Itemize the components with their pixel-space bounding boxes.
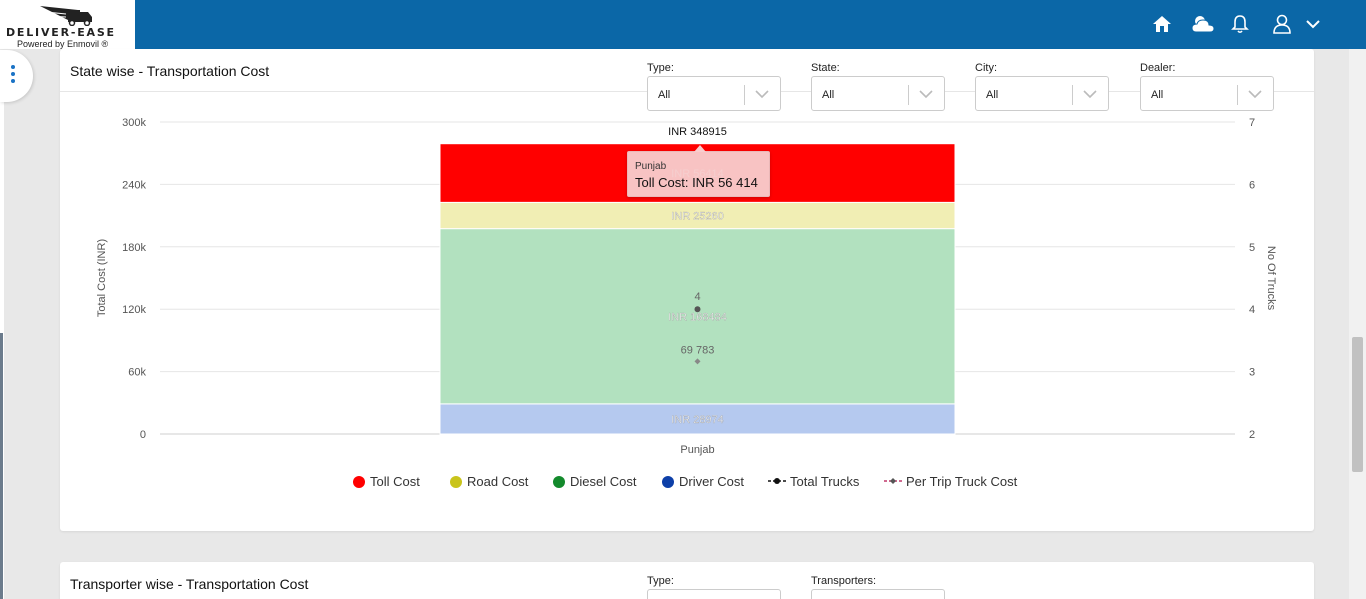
bar-data-label: INR 28974 [671,414,724,426]
transporter-type-select[interactable] [647,589,781,599]
y2-tick-label: 6 [1249,179,1255,191]
legend-label: Diesel Cost [570,474,637,489]
chart-tooltip: Punjab Toll Cost: INR 56 414 [627,145,770,197]
y2-tick-label: 7 [1249,117,1255,129]
y2-axis-title: No Of Trucks [1265,246,1277,311]
legend-per-trip-truck-cost[interactable]: Per Trip Truck Cost [884,474,1017,489]
y2-tick-label: 3 [1249,367,1255,379]
total-trucks-point [694,306,701,313]
y2-tick-label: 5 [1249,242,1255,254]
y-tick-label: 300k [122,117,146,129]
stack-total-label: INR 348915 [668,126,727,138]
legend-label: Driver Cost [679,474,745,489]
legend-road-cost[interactable]: Road Cost [450,474,528,489]
legend-toll-cost[interactable]: Toll Cost [353,474,420,489]
transporter-card-title: Transporter wise - Transportation Cost [70,576,309,592]
y2-tick-label: 4 [1249,304,1255,316]
chart-legend: Toll Cost Road Cost Diesel Cost Driver C… [0,474,1366,490]
legend-driver-cost[interactable]: Driver Cost [662,474,744,489]
legend-label: Road Cost [467,474,529,489]
y-axis-title: Total Cost (INR) [96,239,108,317]
x-tick-label: Punjab [680,444,714,456]
filter-label: Type: [647,575,674,587]
legend-dot [662,476,674,488]
y-tick-label: 60k [128,367,146,379]
tooltip-body: Toll Cost: INR 56 414 [635,175,758,190]
per-trip-cost-label: 69 783 [681,344,715,356]
legend-total-trucks[interactable]: Total Trucks [768,474,859,489]
legend-label: Toll Cost [370,474,420,489]
legend-dot [353,476,365,488]
legend-label: Total Trucks [790,474,860,489]
y-tick-label: 240k [122,179,146,191]
legend-line-marker [884,478,902,484]
transportation-cost-chart: 0 60k 120k 180k 240k 300k 2 3 4 5 6 7 Total Cost (IN… [96,117,1277,456]
transporters-filter: Transporters: [811,575,945,599]
transporter-wise-card: Transporter wise - Transportation Cost T… [60,562,1314,599]
y2-tick-label: 2 [1249,429,1255,441]
y-tick-label: 180k [122,242,146,254]
tooltip-title: Punjab [635,161,667,172]
transporter-type-filter: Type: [647,575,781,599]
y-tick-label: 120k [122,304,146,316]
legend-label: Per Trip Truck Cost [906,474,1018,489]
filter-label: Transporters: [811,575,877,587]
scrollbar-thumb[interactable] [1352,337,1363,472]
transporters-select[interactable] [811,589,945,599]
y-tick-label: 0 [140,429,146,441]
legend-line-marker [768,478,786,484]
bar-data-label: INR 25260 [671,211,724,223]
legend-dot [450,476,462,488]
total-trucks-label: 4 [694,291,700,303]
tooltip-arrow [694,145,706,152]
bar-data-label: INR 168484 [668,311,727,323]
legend-diesel-cost[interactable]: Diesel Cost [553,474,636,489]
legend-dot [553,476,565,488]
page-scrollbar[interactable] [1349,49,1366,599]
